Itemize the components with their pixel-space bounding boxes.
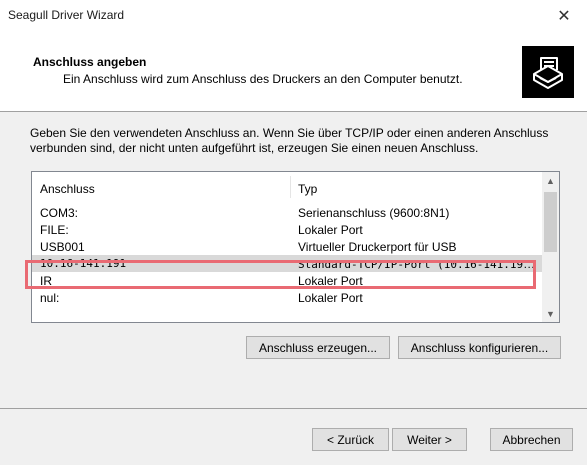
port-name: nul:	[40, 291, 60, 305]
list-header: Anschluss Typ	[32, 172, 544, 202]
port-type: Standard-TCP/IP-Port (10.16-141.191:...	[298, 257, 538, 271]
list-item[interactable]: nul: Lokaler Port	[32, 289, 544, 306]
port-type: Virtueller Druckerport für USB	[298, 240, 457, 254]
configure-port-button[interactable]: Anschluss konfigurieren...	[398, 336, 561, 359]
close-icon: ✕	[557, 7, 571, 25]
page-subtitle: Ein Anschluss wird zum Anschluss des Dru…	[63, 72, 463, 86]
port-type-text: Standard-TCP/IP-Port (10.16-141.191:...	[298, 258, 538, 271]
column-divider[interactable]	[290, 176, 291, 198]
scrollbar-thumb[interactable]	[544, 192, 557, 252]
back-button[interactable]: < Zurück	[312, 428, 389, 451]
port-name: IR	[40, 274, 52, 288]
printer-icon	[522, 46, 574, 98]
list-item[interactable]: USB001 Virtueller Druckerport für USB	[32, 238, 544, 255]
close-button[interactable]: ✕	[541, 0, 587, 31]
port-type: Serienanschluss (9600:8N1)	[298, 206, 450, 220]
next-button[interactable]: Weiter >	[392, 428, 467, 451]
port-name: COM3:	[40, 206, 79, 220]
instruction-text: Geben Sie den verwendeten Anschluss an. …	[30, 126, 549, 155]
chevron-up-icon[interactable]: ▲	[542, 172, 559, 189]
list-rows: COM3: Serienanschluss (9600:8N1) FILE: L…	[32, 204, 544, 306]
footer-divider	[0, 408, 587, 409]
wizard-header: Anschluss angeben Ein Anschluss wird zum…	[0, 31, 587, 112]
title-bar: Seagull Driver Wizard ✕	[0, 0, 587, 31]
vertical-scrollbar[interactable]: ▲ ▼	[542, 172, 559, 322]
cancel-button[interactable]: Abbrechen	[490, 428, 573, 451]
port-name: 10.16-141.191	[40, 257, 127, 270]
list-item[interactable]: IR Lokaler Port	[32, 272, 544, 289]
port-list[interactable]: Anschluss Typ COM3: Serienanschluss (960…	[31, 171, 560, 323]
list-item[interactable]: COM3: Serienanschluss (9600:8N1)	[32, 204, 544, 221]
column-header-port[interactable]: Anschluss	[40, 182, 95, 196]
create-port-button[interactable]: Anschluss erzeugen...	[246, 336, 390, 359]
column-header-type[interactable]: Typ	[298, 182, 317, 196]
chevron-down-icon[interactable]: ▼	[542, 305, 559, 322]
port-name: FILE:	[40, 223, 69, 237]
port-type: Lokaler Port	[298, 274, 363, 288]
port-type: Lokaler Port	[298, 223, 363, 237]
page-title: Anschluss angeben	[33, 55, 147, 69]
list-item[interactable]: FILE: Lokaler Port	[32, 221, 544, 238]
window-title: Seagull Driver Wizard	[8, 8, 125, 22]
list-item-selected[interactable]: 10.16-141.191 Standard-TCP/IP-Port (10.1…	[32, 255, 544, 272]
port-name: USB001	[40, 240, 85, 254]
port-type: Lokaler Port	[298, 291, 363, 305]
